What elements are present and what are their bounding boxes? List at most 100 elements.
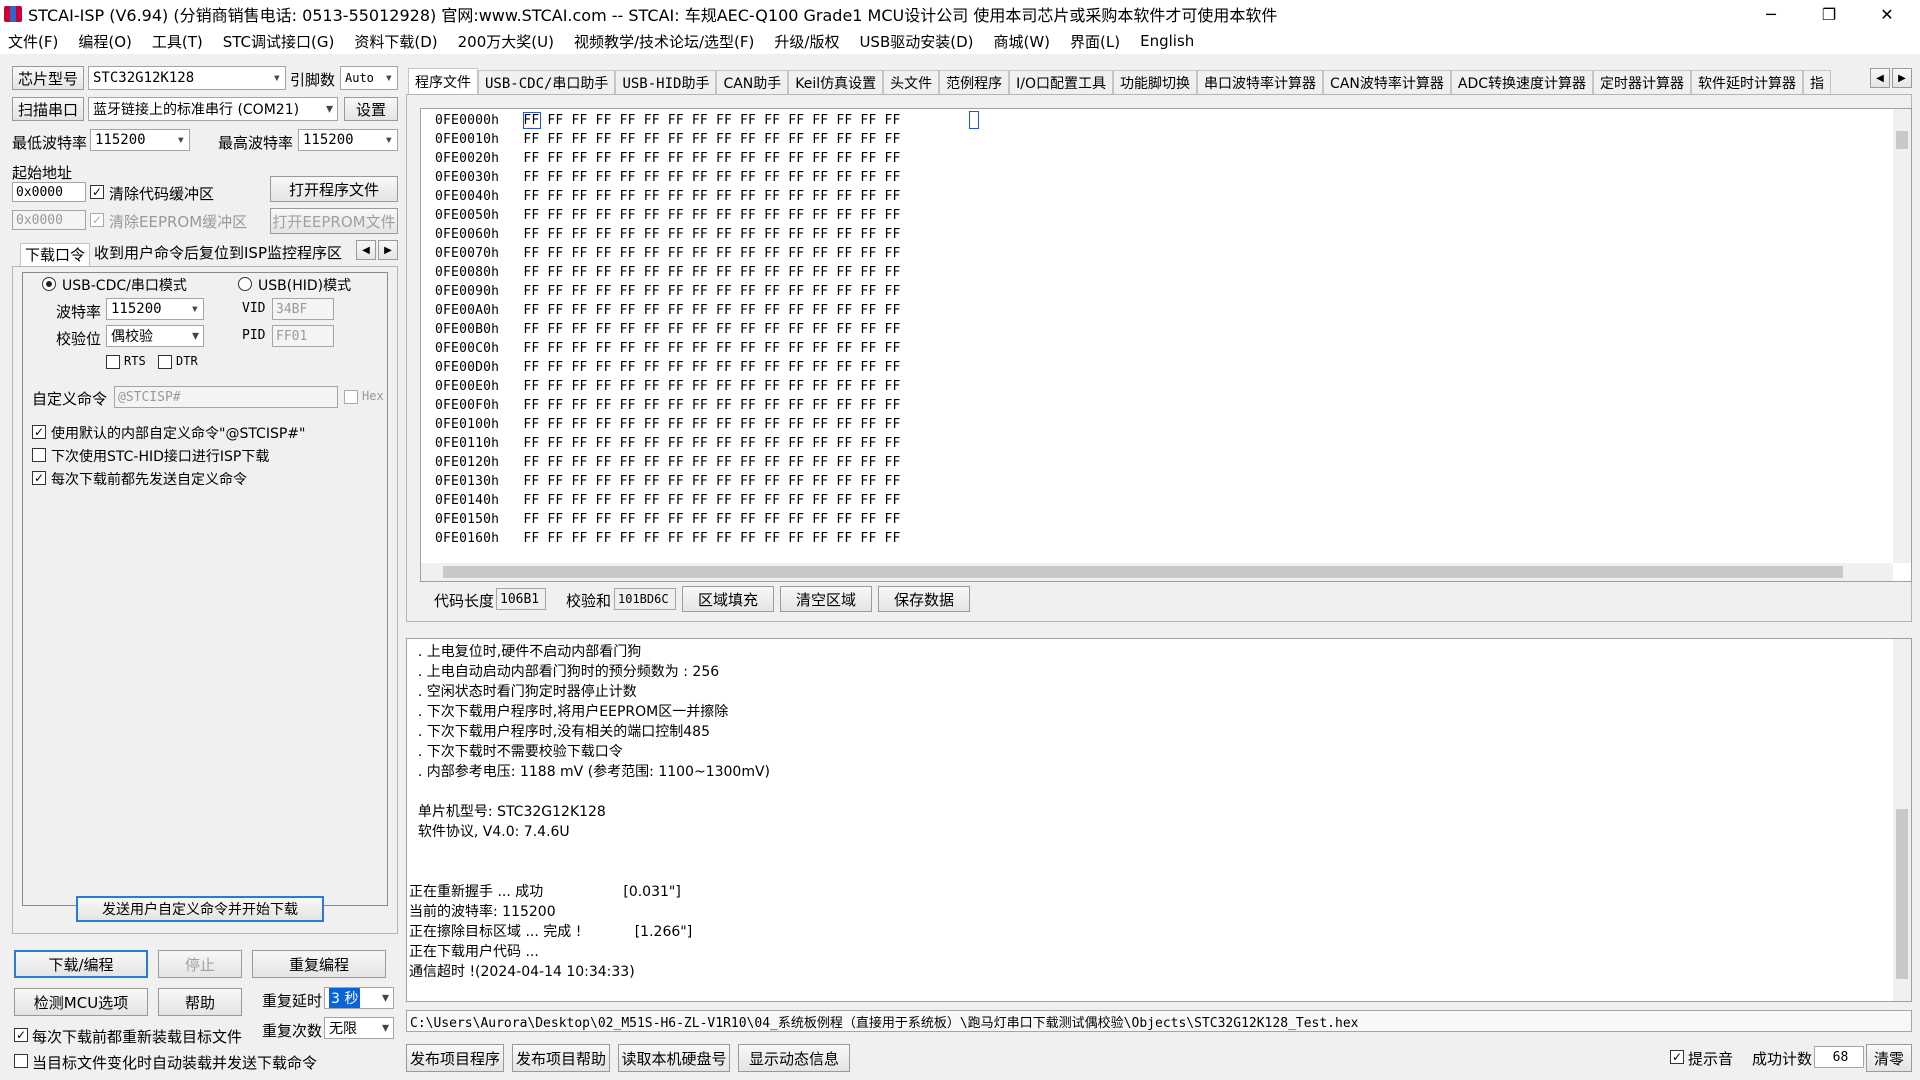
hex-bytes[interactable]: FF FF FF FF FF FF FF FF FF FF FF FF FF F… <box>523 455 900 470</box>
tab-io-config[interactable]: I/O口配置工具 <box>1009 70 1114 94</box>
open-program-file-button[interactable]: 打开程序文件 <box>270 176 398 202</box>
hex-bytes[interactable]: FF FF FF FF FF FF FF FF FF FF FF FF FF F… <box>523 227 900 242</box>
code-start-address-input[interactable]: 0x0000 <box>12 182 86 202</box>
minimize-button[interactable]: ─ <box>1742 0 1800 28</box>
parity-select[interactable]: 偶校验 <box>106 325 204 347</box>
hex-bytes[interactable]: FF FF FF FF FF FF FF FF FF FF FF FF FF F… <box>523 417 900 432</box>
open-eeprom-file-button[interactable]: 打开EEPROM文件 <box>270 208 398 234</box>
menu-download[interactable]: 资料下载(D) <box>354 31 437 52</box>
reload-before-download-checkbox[interactable]: ✓ <box>14 1028 28 1042</box>
hex-bytes[interactable]: FF FF FF FF FF FF FF FF FF FF FF FF FF F… <box>523 379 900 394</box>
use-hid-next-checkbox[interactable] <box>32 448 46 462</box>
file-path-field[interactable]: C:\Users\Aurora\Desktop\02_M51S-H6-ZL-V1… <box>406 1010 1912 1032</box>
menu-program[interactable]: 编程(O) <box>78 31 132 52</box>
hex-bytes[interactable]: FF FF FF FF FF FF FF FF FF FF FF FF FF F… <box>523 493 900 508</box>
stop-button[interactable]: 停止 <box>158 950 242 978</box>
hex-bytes[interactable]: FF FF FF FF FF FF FF FF FF FF FF FF FF F… <box>523 170 900 185</box>
beep-checkbox[interactable]: ✓ <box>1670 1050 1684 1064</box>
tab-timer-calc[interactable]: 定时器计算器 <box>1593 70 1692 94</box>
tab-can-helper[interactable]: CAN助手 <box>716 70 789 94</box>
hex-bytes[interactable]: FF FF FF FF FF FF FF FF FF FF FF FF FF F… <box>523 322 900 337</box>
hex-bytes[interactable]: FF FF FF FF FF FF FF FF FF FF FF FF FF F… <box>523 246 900 261</box>
min-baud-select[interactable]: 115200 <box>90 129 190 151</box>
save-data-button[interactable]: 保存数据 <box>878 586 970 612</box>
menu-upgrade[interactable]: 升级/版权 <box>774 31 839 52</box>
tab-examples[interactable]: 范例程序 <box>939 70 1010 94</box>
clear-code-checkbox[interactable]: ✓ <box>90 185 104 199</box>
pins-select[interactable]: Auto <box>340 66 398 90</box>
fill-region-button[interactable]: 区域填充 <box>682 586 774 612</box>
max-baud-select[interactable]: 115200 <box>298 129 398 151</box>
eeprom-start-address-input[interactable]: 0x0000 <box>12 210 86 230</box>
hex-checkbox[interactable] <box>344 390 358 404</box>
tab-uart-baud-calc[interactable]: 串口波特率计算器 <box>1197 70 1324 94</box>
chip-model-button[interactable]: 芯片型号 <box>12 66 84 90</box>
publish-project-button[interactable]: 发布项目程序 <box>406 1044 504 1072</box>
log-scroll-thumb[interactable] <box>1896 809 1908 979</box>
hex-bytes[interactable]: FF FF FF FF FF FF FF FF FF FF FF FF FF F… <box>523 113 900 128</box>
hex-bytes[interactable]: FF FF FF FF FF FF FF FF FF FF FF FF FF F… <box>523 151 900 166</box>
hex-hscroll-thumb[interactable] <box>443 566 1843 578</box>
tab-can-baud-calc[interactable]: CAN波特率计算器 <box>1323 70 1451 94</box>
hex-bytes[interactable]: FF FF FF FF FF FF FF FF FF FF FF FF FF F… <box>523 303 900 318</box>
rts-checkbox[interactable] <box>106 355 120 369</box>
chip-model-select[interactable]: STC32G12K128 <box>88 66 286 90</box>
hex-bytes[interactable]: FF FF FF FF FF FF FF FF FF FF FF FF FF F… <box>523 265 900 280</box>
check-mcu-options-button[interactable]: 检测MCU选项 <box>14 988 148 1016</box>
vid-input[interactable]: 34BF <box>272 298 334 320</box>
hex-bytes[interactable]: FF FF FF FF FF FF FF FF FF FF FF FF FF F… <box>523 474 900 489</box>
dtr-checkbox[interactable] <box>158 355 172 369</box>
scan-port-button[interactable]: 扫描串口 <box>12 97 84 121</box>
hex-scroll-thumb[interactable] <box>1896 131 1908 149</box>
repeat-delay-select[interactable]: 3 秒 <box>324 987 394 1009</box>
usb-cdc-radio[interactable] <box>42 277 56 291</box>
hex-bytes[interactable]: FF FF FF FF FF FF FF FF FF FF FF FF FF F… <box>523 360 900 375</box>
tab-pin-switch[interactable]: 功能脚切换 <box>1113 70 1198 94</box>
hex-bytes[interactable]: FF FF FF FF FF FF FF FF FF FF FF FF FF F… <box>523 398 900 413</box>
pid-input[interactable]: FF01 <box>272 325 334 347</box>
menu-english[interactable]: English <box>1140 32 1194 50</box>
help-button[interactable]: 帮助 <box>158 988 242 1016</box>
auto-load-checkbox[interactable] <box>14 1054 28 1068</box>
hex-bytes[interactable]: FF FF FF FF FF FF FF FF FF FF FF FF FF F… <box>523 189 900 204</box>
tab-scroll-left-icon[interactable]: ◀ <box>356 240 376 260</box>
menu-video[interactable]: 视频教学/技术论坛/选型(F) <box>574 31 754 52</box>
hex-bytes[interactable]: FF FF FF FF FF FF FF FF FF FF FF FF FF F… <box>523 531 900 546</box>
tab-more[interactable]: 指 <box>1803 70 1832 94</box>
send-custom-and-download-button[interactable]: 发送用户自定义命令并开始下载 <box>76 896 324 922</box>
tab-scroll-right-icon[interactable]: ▶ <box>378 240 398 260</box>
menu-usb-driver[interactable]: USB驱动安装(D) <box>859 31 973 52</box>
tab-keil-debug[interactable]: Keil仿真设置 <box>788 70 884 94</box>
usb-hid-radio[interactable] <box>238 277 252 291</box>
tab-program-file[interactable]: 程序文件 <box>408 68 478 94</box>
tab-delay-calc[interactable]: 软件延时计算器 <box>1691 70 1804 94</box>
reset-count-button[interactable]: 清零 <box>1866 1044 1912 1072</box>
use-default-command-checkbox[interactable]: ✓ <box>32 425 46 439</box>
tab-usb-hid[interactable]: USB-HID助手 <box>615 70 717 94</box>
menu-prize[interactable]: 200万大奖(U) <box>458 31 554 52</box>
show-dynamic-info-button[interactable]: 显示动态信息 <box>738 1044 850 1072</box>
restore-button[interactable]: ❐ <box>1800 0 1858 28</box>
hex-vertical-scrollbar[interactable] <box>1893 109 1911 563</box>
hex-bytes[interactable]: FF FF FF FF FF FF FF FF FF FF FF FF FF F… <box>523 512 900 527</box>
hex-bytes[interactable]: FF FF FF FF FF FF FF FF FF FF FF FF FF F… <box>523 341 900 356</box>
menu-interface[interactable]: 界面(L) <box>1070 31 1120 52</box>
log-output[interactable]: . 上电复位时,硬件不启动内部看门狗 . 上电自动启动内部看门狗时的预分频数为 … <box>406 638 1912 1002</box>
port-select[interactable]: 蓝牙链接上的标准串行 (COM21) <box>88 97 338 121</box>
menu-debug[interactable]: STC调试接口(G) <box>223 31 335 52</box>
settings-button[interactable]: 设置 <box>344 97 398 121</box>
tab-download-password[interactable]: 下载口令 <box>20 243 91 267</box>
repeat-program-button[interactable]: 重复编程 <box>252 950 386 978</box>
close-button[interactable]: ✕ <box>1858 0 1916 28</box>
publish-help-button[interactable]: 发布项目帮助 <box>512 1044 610 1072</box>
send-custom-first-checkbox[interactable]: ✓ <box>32 471 46 485</box>
log-vertical-scrollbar[interactable] <box>1893 639 1911 1001</box>
custom-command-input[interactable]: @STCISP# <box>114 386 338 408</box>
tab-header-files[interactable]: 头文件 <box>883 70 940 94</box>
clear-eeprom-checkbox[interactable]: ✓ <box>90 213 104 227</box>
tabs-scroll-left-icon[interactable]: ◀ <box>1870 68 1890 88</box>
hex-editor[interactable]: 0FE0000h FF FF FF FF FF FF FF FF FF FF F… <box>420 108 1912 582</box>
menu-tools[interactable]: 工具(T) <box>152 31 203 52</box>
tab-isp-reset[interactable]: 收到用户命令后复位到ISP监控程序区 <box>94 242 342 266</box>
hex-horizontal-scrollbar[interactable] <box>421 563 1893 581</box>
